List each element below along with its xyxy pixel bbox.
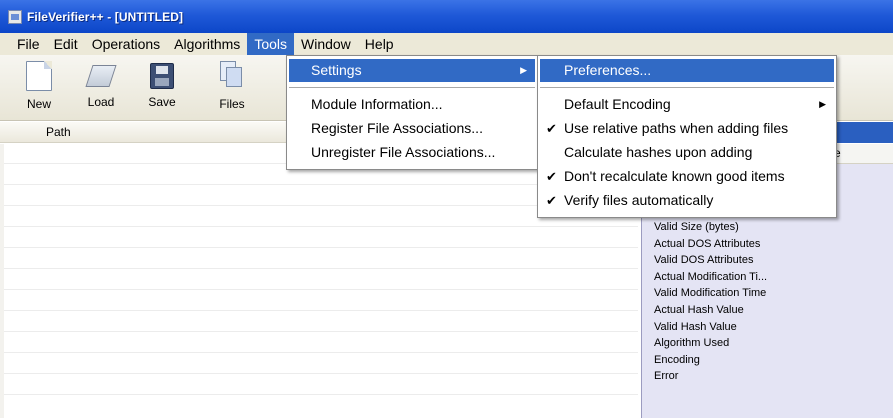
menu-item-settings[interactable]: Settings ▶ [289, 59, 535, 82]
menu-algorithms[interactable]: Algorithms [167, 33, 247, 55]
menu-bar: File Edit Operations Algorithms Tools Wi… [0, 33, 893, 55]
menu-file[interactable]: File [10, 33, 47, 55]
new-document-icon [26, 61, 52, 91]
save-button-label: Save [148, 95, 176, 109]
title-bar[interactable]: FileVerifier++ - [UNTITLED] [0, 0, 893, 33]
list-item[interactable]: Error [654, 368, 767, 385]
submenu-arrow-icon: ▶ [520, 65, 527, 75]
menu-separator [289, 87, 535, 88]
files-button[interactable]: Files [207, 59, 257, 117]
menu-item-verify-automatically[interactable]: ✔ Verify files automatically [540, 189, 834, 212]
list-item[interactable]: Encoding [654, 352, 767, 369]
floppy-disk-icon [150, 63, 174, 89]
window-title: FileVerifier++ - [UNTITLED] [27, 9, 184, 24]
files-button-label: Files [219, 97, 245, 111]
checkmark-icon: ✔ [546, 193, 557, 208]
save-button[interactable]: Save [137, 59, 187, 117]
menu-separator [540, 87, 834, 88]
new-button[interactable]: New [14, 59, 64, 117]
list-item[interactable]: Actual Hash Value [654, 302, 767, 319]
menu-help[interactable]: Help [358, 33, 401, 55]
open-folder-icon [85, 65, 117, 87]
checkmark-icon: ✔ [546, 121, 557, 136]
menu-tools[interactable]: Tools [247, 33, 294, 55]
menu-item-module-information[interactable]: Module Information... [289, 93, 535, 116]
add-files-icon [218, 61, 246, 91]
list-item[interactable]: Algorithm Used [654, 335, 767, 352]
list-item[interactable]: Valid DOS Attributes [654, 252, 767, 269]
menu-item-unregister-file-associations[interactable]: Unregister File Associations... [289, 141, 535, 164]
menu-operations[interactable]: Operations [85, 33, 167, 55]
checkmark-icon: ✔ [546, 169, 557, 184]
list-item[interactable]: Valid Size (bytes) [654, 219, 767, 236]
menu-item-preferences[interactable]: Preferences... [540, 59, 834, 82]
menu-item-dont-recalculate[interactable]: ✔ Don't recalculate known good items [540, 165, 834, 188]
load-button[interactable]: Load [76, 59, 126, 117]
tools-menu-dropdown: Settings ▶ Module Information... Registe… [286, 55, 538, 170]
new-button-label: New [26, 97, 51, 111]
load-button-label: Load [87, 95, 115, 109]
submenu-arrow-icon: ▶ [819, 99, 826, 109]
list-item[interactable]: Actual DOS Attributes [654, 236, 767, 253]
list-item[interactable]: Valid Hash Value [654, 319, 767, 336]
menu-item-calculate-hashes[interactable]: Calculate hashes upon adding [540, 141, 834, 164]
menu-edit[interactable]: Edit [47, 33, 85, 55]
menu-item-default-encoding[interactable]: Default Encoding ▶ [540, 93, 834, 116]
menu-item-use-relative-paths[interactable]: ✔ Use relative paths when adding files [540, 117, 834, 140]
list-item[interactable]: Actual Modification Ti... [654, 269, 767, 286]
list-item[interactable]: Valid Modification Time [654, 285, 767, 302]
menu-window[interactable]: Window [294, 33, 358, 55]
app-icon [8, 9, 22, 24]
details-field-list: Valid Size (bytes) Actual DOS Attributes… [654, 219, 767, 385]
menu-item-register-file-associations[interactable]: Register File Associations... [289, 117, 535, 140]
settings-submenu: Preferences... Default Encoding ▶ ✔ Use … [537, 55, 837, 218]
column-header-path[interactable]: Path [46, 125, 71, 139]
